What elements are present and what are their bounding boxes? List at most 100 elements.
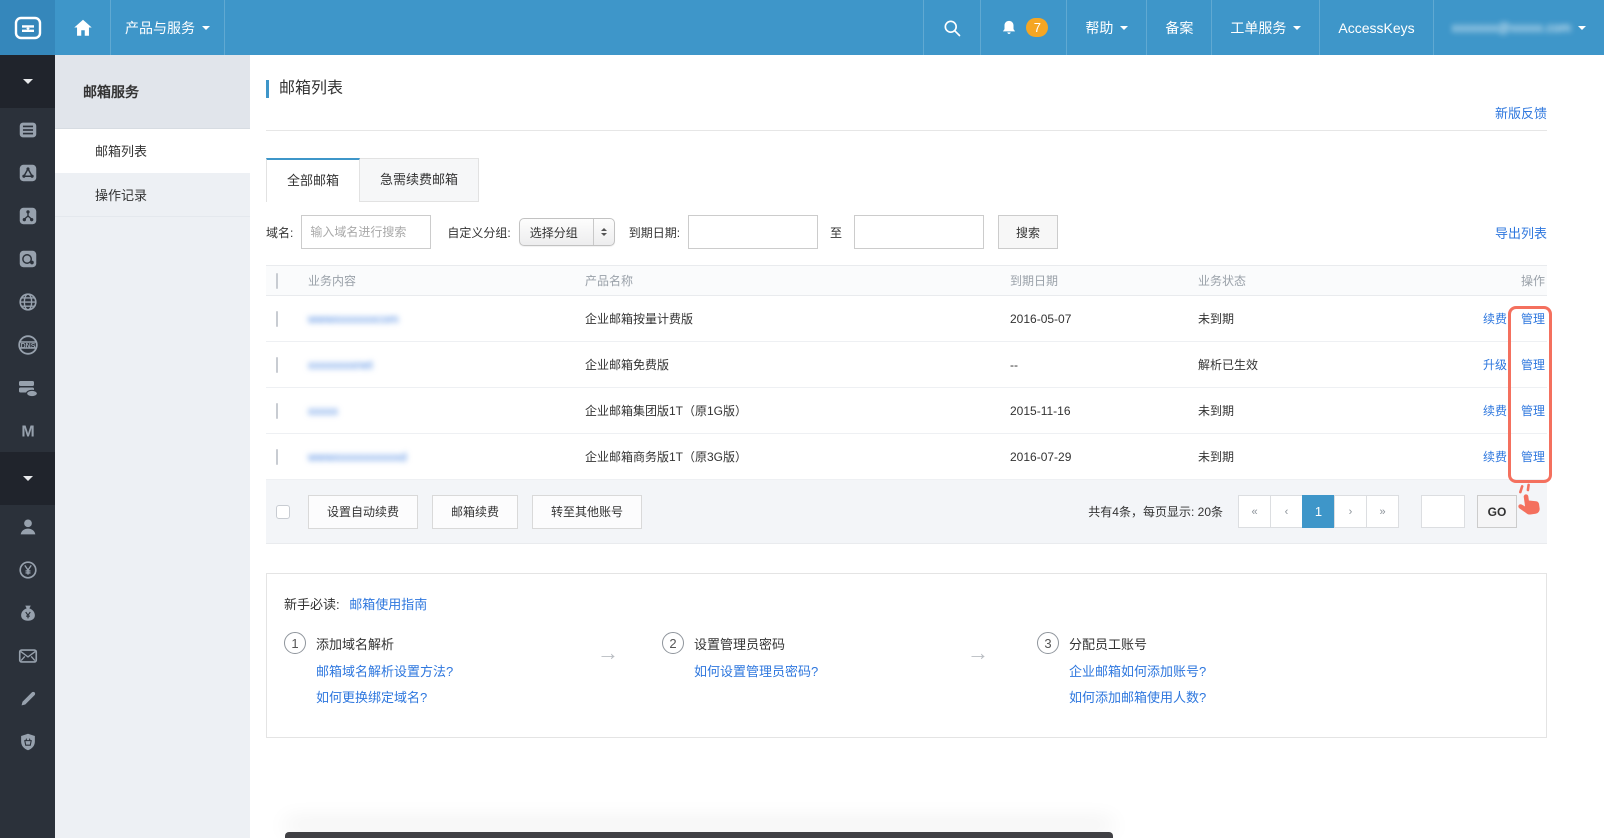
mailbox-renew-button[interactable]: 邮箱续费 — [432, 495, 518, 529]
feedback-link[interactable]: 新版反馈 — [1495, 103, 1547, 122]
domain-link-blurred[interactable]: xxxxxxxxnet — [308, 358, 373, 372]
table-row: wwwxxxxxxxxxxxd 企业邮箱商务版1T（原3G版） 2016-07-… — [266, 434, 1547, 480]
bell-icon — [999, 18, 1019, 38]
pagination: « ‹ 1 › » — [1239, 495, 1399, 528]
manage-link[interactable]: 管理 — [1521, 448, 1545, 465]
search-button[interactable] — [923, 0, 980, 55]
nav-beian[interactable]: 备案 — [1146, 0, 1211, 55]
rail-item-mail[interactable] — [0, 634, 55, 677]
rail-collapse-bottom[interactable] — [0, 452, 55, 505]
step-number: 2 — [662, 632, 684, 654]
group-label: 自定义分组: — [447, 224, 510, 241]
renew-link[interactable]: 续费 — [1483, 402, 1507, 419]
product-icon-rail: DNS M — [0, 55, 55, 838]
rail-item-balancer[interactable] — [0, 151, 55, 194]
guide-step-1: 1 添加域名解析 邮箱域名解析设置方法? 如何更换绑定域名? — [284, 632, 453, 711]
guide-link[interactable]: 如何添加邮箱使用人数? — [1069, 685, 1206, 711]
renew-link[interactable]: 续费 — [1483, 310, 1507, 327]
rail-item-account[interactable] — [0, 505, 55, 548]
nav-tickets-menu[interactable]: 工单服务 — [1211, 0, 1319, 55]
domain-link-blurred[interactable]: wwwxxxxxxxcom — [308, 312, 399, 326]
go-button[interactable]: GO — [1477, 495, 1517, 528]
row-checkbox[interactable] — [276, 357, 278, 373]
select-arrows-icon — [593, 219, 614, 245]
guide-link[interactable]: 企业邮箱如何添加账号? — [1069, 659, 1206, 685]
arrow-right-icon: → — [967, 640, 989, 666]
page-number-input[interactable] — [1421, 495, 1465, 528]
rail-item-security[interactable] — [0, 720, 55, 763]
arrow-right-icon: → — [597, 640, 619, 666]
nav-beian-label: 备案 — [1165, 18, 1193, 38]
rail-item-nodes[interactable] — [0, 194, 55, 237]
renew-link[interactable]: 续费 — [1483, 448, 1507, 465]
status-text: 未到期 — [1198, 402, 1446, 419]
row-checkbox[interactable] — [276, 403, 278, 419]
tab-renew-soon[interactable]: 急需续费邮箱 — [360, 158, 479, 202]
nav-accesskeys[interactable]: AccessKeys — [1319, 0, 1432, 55]
letter-m-icon: M — [16, 419, 40, 443]
transfer-account-button[interactable]: 转至其他账号 — [532, 495, 642, 529]
domain-link-blurred[interactable]: xxxxx — [308, 404, 338, 418]
aliyun-logo[interactable] — [0, 0, 55, 55]
page-1-button[interactable]: 1 — [1302, 495, 1335, 528]
guide-link[interactable]: 如何更换绑定域名? — [316, 685, 453, 711]
page-last-button[interactable]: » — [1366, 495, 1399, 528]
rail-item-edit[interactable] — [0, 677, 55, 720]
domain-link-blurred[interactable]: wwwxxxxxxxxxxxd — [308, 450, 407, 464]
select-all-checkbox[interactable] — [276, 273, 278, 289]
notifications-button[interactable]: 7 — [980, 0, 1066, 55]
table-row: xxxxxxxxnet 企业邮箱免费版 -- 解析已生效 升级 管理 — [266, 342, 1547, 388]
guide-link[interactable]: 邮箱域名解析设置方法? — [316, 659, 453, 685]
rail-item-storage[interactable] — [0, 366, 55, 409]
manage-link[interactable]: 管理 — [1521, 402, 1545, 419]
table-row: xxxxx 企业邮箱集团版1T（原1G版） 2015-11-16 未到期 续费 … — [266, 388, 1547, 434]
sidebar-item-operation-log[interactable]: 操作记录 — [55, 173, 250, 217]
export-list-link[interactable]: 导出列表 — [1495, 223, 1547, 242]
guide-manual-link[interactable]: 邮箱使用指南 — [349, 597, 427, 612]
home-button[interactable] — [55, 0, 110, 55]
rail-item-server[interactable] — [0, 108, 55, 151]
server-list-icon — [17, 119, 39, 141]
col-header-content: 业务内容 — [308, 272, 585, 289]
search-button[interactable]: 搜索 — [998, 215, 1058, 249]
page-prev-button[interactable]: ‹ — [1270, 495, 1303, 528]
rail-item-mqs[interactable]: M — [0, 409, 55, 452]
manage-link[interactable]: 管理 — [1521, 356, 1545, 373]
rail-collapse-top[interactable] — [0, 55, 55, 108]
expire-date: 2016-07-29 — [1010, 450, 1198, 464]
auto-renew-button[interactable]: 设置自动续费 — [308, 495, 418, 529]
page-first-button[interactable]: « — [1238, 495, 1271, 528]
globe-icon — [17, 291, 39, 313]
upgrade-link[interactable]: 升级 — [1483, 356, 1507, 373]
row-checkbox[interactable] — [276, 311, 278, 327]
expire-date-to-input[interactable] — [854, 215, 984, 249]
guide-step-2: 2 设置管理员密码 如何设置管理员密码? — [662, 632, 818, 685]
select-all-checkbox-bottom[interactable] — [276, 505, 290, 519]
page-next-button[interactable]: › — [1334, 495, 1367, 528]
tab-all-mailboxes[interactable]: 全部邮箱 — [266, 158, 360, 202]
rail-item-cdn[interactable] — [0, 280, 55, 323]
mailbox-table: 业务内容 产品名称 到期日期 业务状态 操作 wwwxxxxxxxcom 企业邮… — [266, 265, 1547, 480]
account-menu[interactable]: xxxxxxx@xxxxx.com — [1433, 0, 1604, 55]
aliyun-logo-icon — [13, 13, 43, 43]
yen-circle-icon — [17, 559, 39, 581]
rail-item-funds[interactable] — [0, 591, 55, 634]
sidebar-item-mail-list[interactable]: 邮箱列表 — [55, 129, 250, 173]
manage-link[interactable]: 管理 — [1521, 310, 1545, 327]
rail-item-dns[interactable]: DNS — [0, 323, 55, 366]
server-cloud-icon — [16, 376, 40, 400]
domain-search-input[interactable] — [301, 215, 431, 249]
rail-item-database[interactable] — [0, 237, 55, 280]
status-text: 解析已生效 — [1198, 356, 1446, 373]
row-checkbox[interactable] — [276, 449, 278, 465]
nav-help-menu[interactable]: 帮助 — [1066, 0, 1146, 55]
guide-link[interactable]: 如何设置管理员密码? — [694, 659, 818, 685]
group-select[interactable]: 选择分组 — [519, 218, 615, 246]
nav-tickets-label: 工单服务 — [1230, 18, 1286, 38]
expire-date-from-input[interactable] — [688, 215, 818, 249]
nav-products-menu[interactable]: 产品与服务 — [110, 0, 225, 55]
service-sidebar: 邮箱服务 邮箱列表 操作记录 — [55, 55, 250, 838]
step-title: 分配员工账号 — [1069, 634, 1147, 653]
rail-item-billing[interactable] — [0, 548, 55, 591]
sidebar-header: 邮箱服务 — [55, 55, 250, 129]
